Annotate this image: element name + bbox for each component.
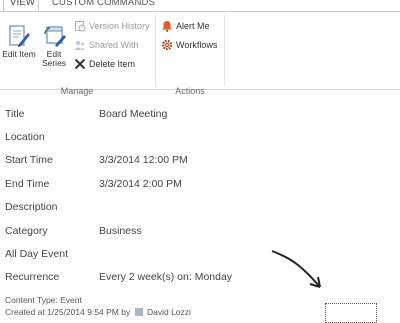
manage-group-label: Manage (60, 86, 94, 96)
ribbon-group-divider-right (224, 15, 225, 85)
field-value-title: Board Meeting (99, 108, 168, 120)
edit-series-button[interactable]: Edit Series (37, 24, 71, 68)
workflows-label: Workflows (176, 40, 218, 50)
field-label-title: Title (5, 108, 25, 120)
delete-item-label: Delete Item (89, 59, 136, 69)
field-label-description: Description (5, 201, 58, 213)
created-at-text: Created at 1/25/2014 9:54 PM by David Lo… (5, 307, 191, 317)
field-value-end-time: 3/3/2014 2:00 PM (99, 178, 182, 190)
annotation-arrow-icon (271, 250, 321, 288)
shared-with-icon (74, 41, 86, 50)
actions-group-label: Actions (175, 86, 205, 96)
workflows-gear-icon (161, 39, 173, 51)
alert-me-label: Alert Me (176, 21, 210, 31)
field-value-recurrence: Every 2 week(s) on: Monday (99, 271, 233, 283)
version-history-label: Version History (89, 21, 150, 31)
field-label-category: Category (5, 225, 48, 237)
field-label-recurrence: Recurrence (5, 271, 60, 283)
field-label-all-day-event: All Day Event (5, 248, 69, 260)
tab-custom-commands[interactable]: CUSTOM COMMANDS (46, 0, 161, 11)
tab-view[interactable]: VIEW (3, 0, 39, 11)
field-value-category: Business (99, 225, 142, 237)
edit-series-label: Edit Series (41, 49, 67, 68)
field-value-start-time: 3/3/2014 12:00 PM (99, 154, 188, 166)
workflows-button[interactable]: Workflows (161, 38, 217, 52)
alert-bell-icon (162, 21, 172, 32)
author-link[interactable]: David Lozzi (147, 307, 191, 317)
version-history-button[interactable]: Version History (74, 19, 150, 33)
ribbon-group-divider (155, 15, 156, 85)
alert-me-button[interactable]: Alert Me (161, 19, 210, 33)
ribbon: Edit Item Edit Series Version History Sh… (0, 11, 400, 96)
edit-series-icon (44, 26, 66, 47)
field-label-start-time: Start Time (5, 154, 53, 166)
delete-item-button[interactable]: Delete Item (74, 57, 135, 71)
shared-with-button[interactable]: Shared With (74, 38, 139, 52)
ribbon-tab-bar: VIEW CUSTOM COMMANDS (0, 0, 400, 11)
author-avatar-icon (134, 308, 143, 316)
content-type-text: Content Type: Event (5, 295, 82, 305)
edit-item-button[interactable]: Edit Item (2, 24, 36, 59)
field-label-end-time: End Time (5, 178, 50, 190)
shared-with-label: Shared With (89, 40, 139, 50)
edit-item-label: Edit Item (2, 49, 36, 59)
highlight-dashed-box (325, 303, 377, 323)
delete-x-icon (74, 58, 86, 70)
edit-item-icon (9, 25, 30, 47)
created-at-label: Created at 1/25/2014 9:54 PM by (5, 307, 131, 317)
version-history-icon (75, 21, 86, 32)
field-label-location: Location (5, 131, 45, 143)
